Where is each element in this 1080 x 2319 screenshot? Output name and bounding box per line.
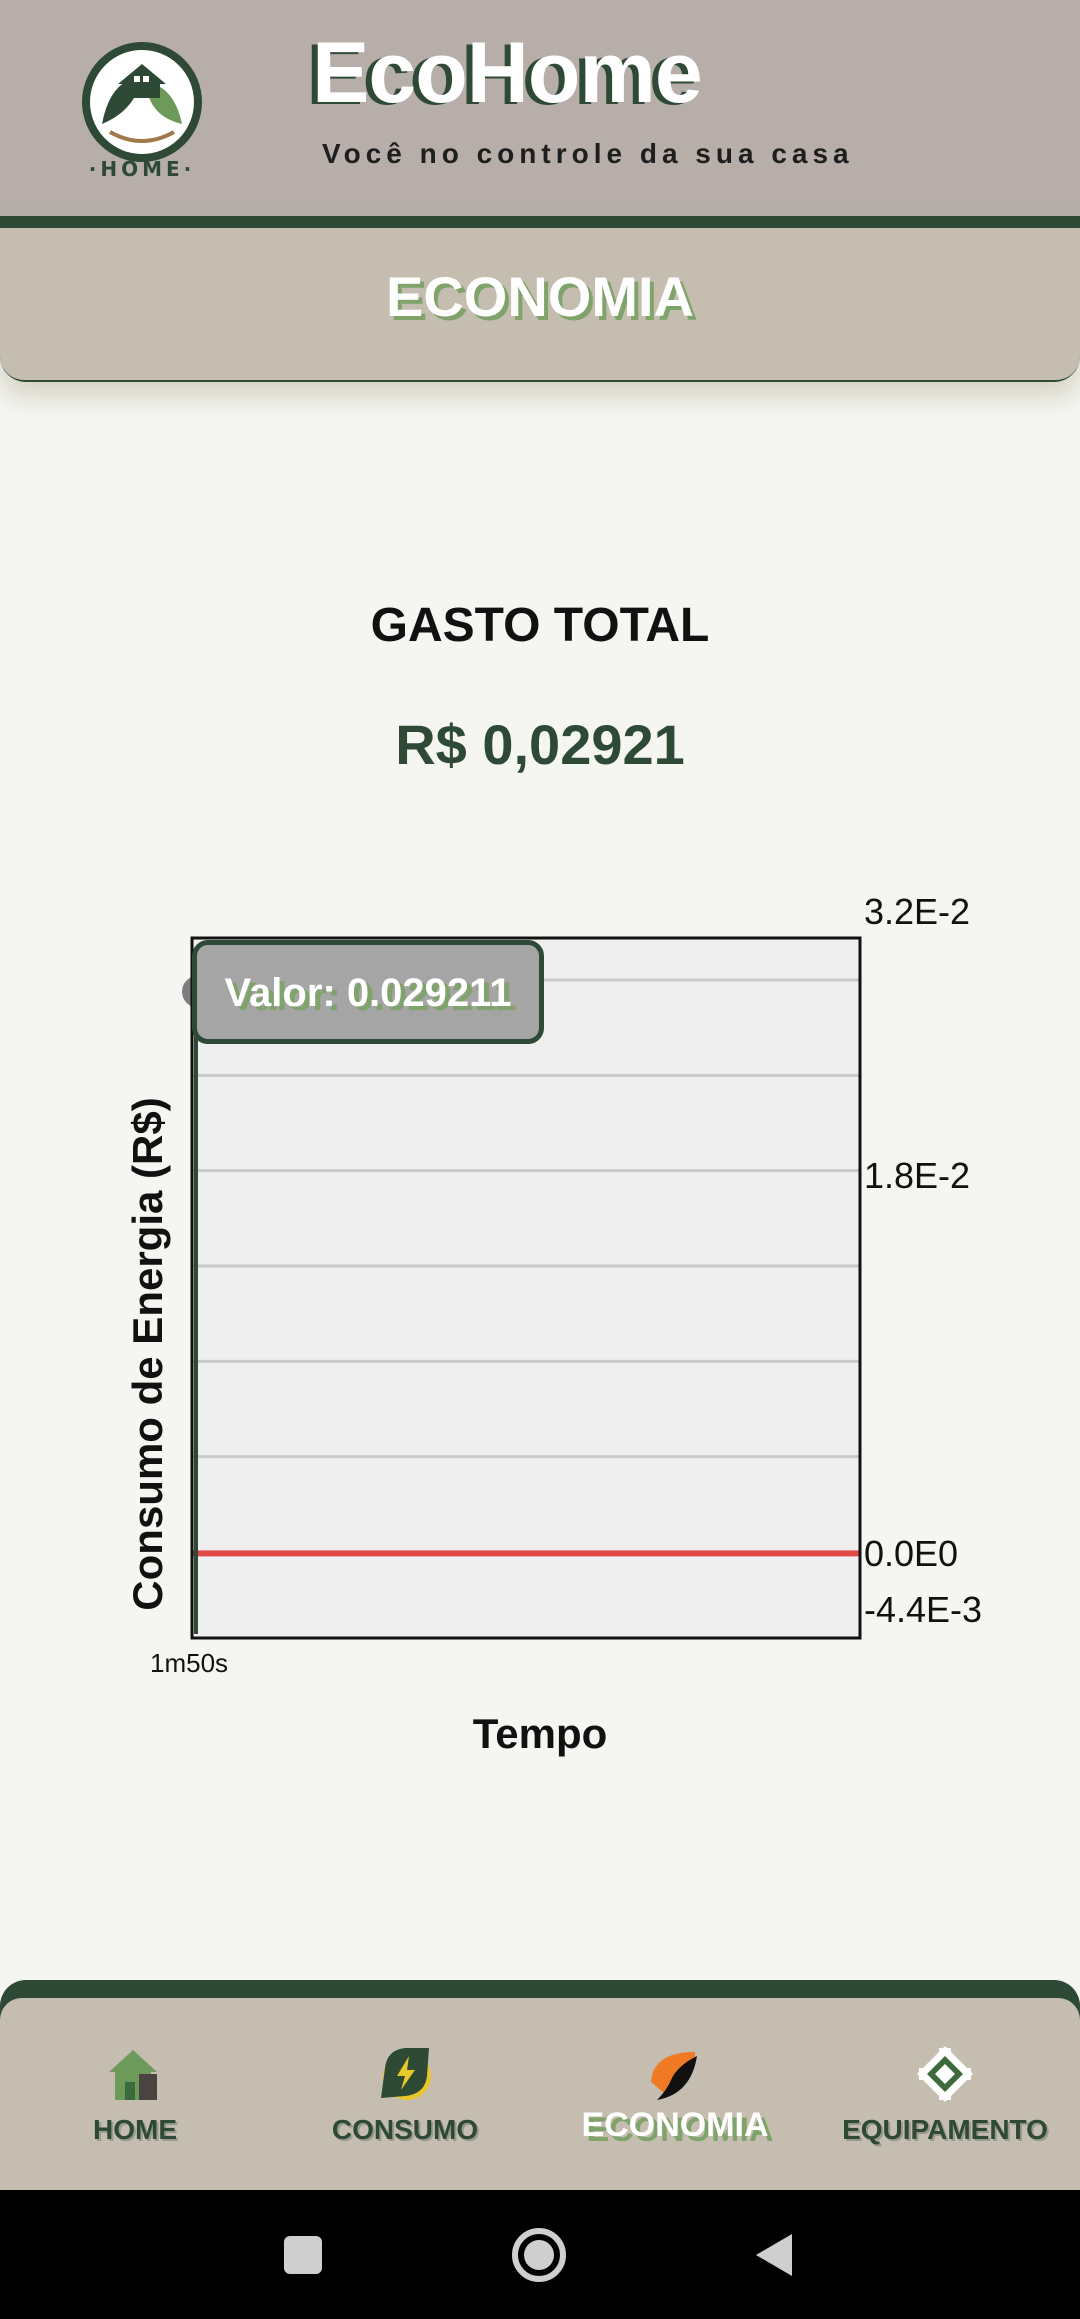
brand-tagline: Você no controle da sua casa [322, 138, 854, 169]
nav-label: HOME [93, 2114, 177, 2145]
total-spent-label: GASTO TOTAL [370, 599, 710, 652]
leaf-icon [645, 2044, 705, 2104]
nav-label: EQUIPAMENTO [842, 2114, 1048, 2145]
chart-x-tick: 1m50s [150, 1648, 229, 1678]
equipment-icon [915, 2044, 975, 2104]
chart-y-tick: -4.4E-3 [864, 1589, 983, 1630]
section-title: ECONOMIA [386, 265, 694, 328]
nav-item-home[interactable]: HOME [0, 1998, 270, 2190]
nav-item-equipamento[interactable]: EQUIPAMENTO [810, 1998, 1080, 2190]
chart-x-axis-title: Tempo [472, 1710, 608, 1757]
chart-y-tick: 3.2E-2 [864, 891, 971, 932]
chart-tooltip: Valor: 0.029211 [192, 940, 544, 1044]
bottom-navigation: HOME CONSUMO ECONOMIA EQUIPAMENTO [0, 1980, 1080, 2190]
home-icon [105, 2044, 165, 2104]
chart-tooltip-text: Valor: 0.029211 [224, 971, 512, 1015]
ecohome-logo: ·HOME· [80, 40, 204, 181]
chart-frame [190, 936, 862, 1640]
recents-icon [284, 2236, 322, 2274]
section-banner: ECONOMIA [0, 216, 1080, 382]
nav-label: ECONOMIA [581, 2106, 769, 2144]
bottom-navigation-panel: HOME CONSUMO ECONOMIA EQUIPAMENTO [0, 1998, 1080, 2190]
total-spent-value: R$ 0,02921 [395, 713, 685, 776]
nav-label: CONSUMO [331, 2114, 479, 2145]
back-button[interactable] [740, 2220, 810, 2290]
home-system-button[interactable] [504, 2220, 574, 2290]
chart-y-tick: 1.8E-2 [864, 1155, 971, 1196]
logo-text: ·HOME· [89, 157, 196, 180]
nav-item-economia[interactable]: ECONOMIA [540, 1998, 810, 2190]
home-circle-icon [512, 2228, 566, 2282]
back-triangle-icon [756, 2234, 792, 2276]
chart-y-tick: 0.0E0 [864, 1533, 959, 1574]
bolt-icon [375, 2044, 435, 2104]
chart-data-point [182, 975, 214, 1008]
nav-item-consumo[interactable]: CONSUMO [270, 1998, 540, 2190]
chart-y-axis-title: Consumo de Energia (R$) [124, 1097, 171, 1611]
app-header: ·HOME· EcoHome Você no controle da sua c… [0, 0, 1080, 216]
brand-title: EcoHome [312, 25, 703, 121]
system-navigation-bar [0, 2190, 1080, 2319]
chart-plot-area [192, 938, 860, 1638]
recents-button[interactable] [268, 2220, 338, 2290]
